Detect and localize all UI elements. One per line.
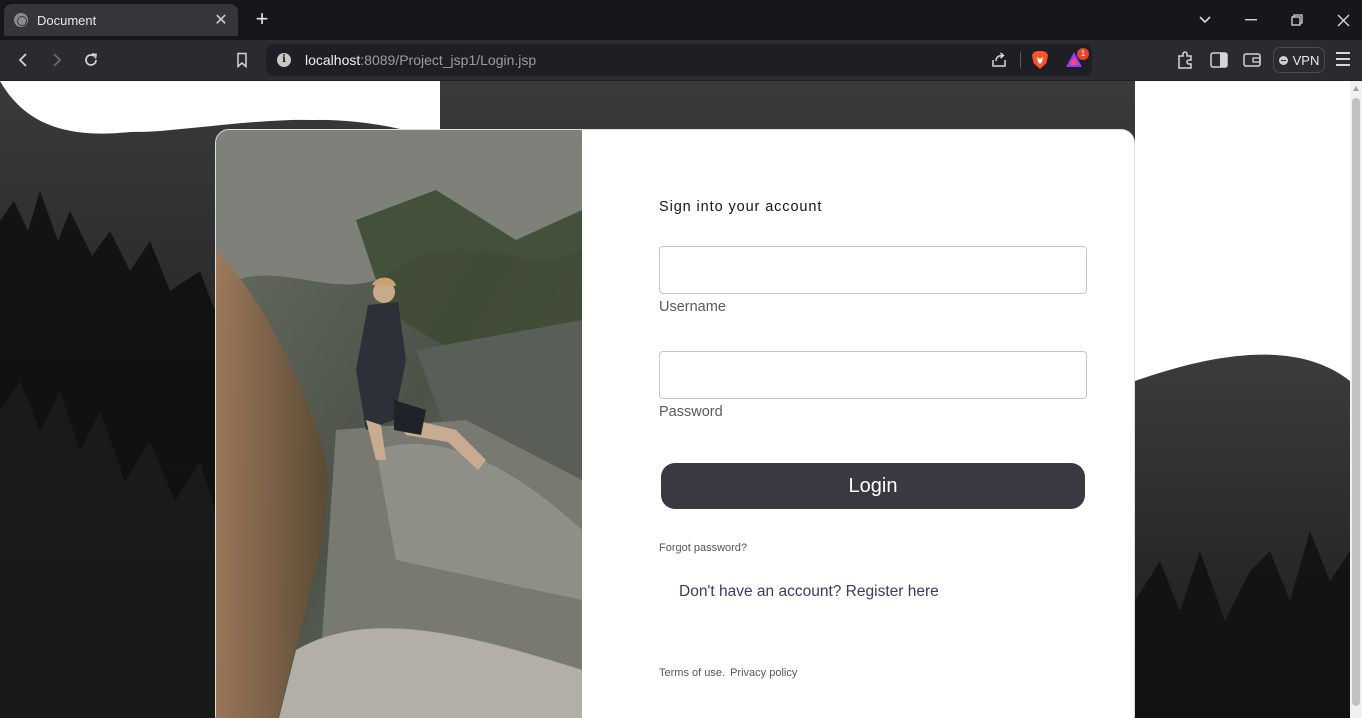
menu-icon[interactable] [1336, 52, 1350, 68]
login-form: Sign into your account Username Password… [659, 130, 1089, 718]
back-button[interactable] [11, 48, 35, 72]
reload-icon [85, 53, 97, 66]
login-card: Sign into your account Username Password… [215, 129, 1135, 718]
sidebar-icon[interactable] [1208, 49, 1230, 71]
bookmark-button[interactable] [230, 48, 254, 72]
forward-button[interactable] [45, 48, 69, 72]
vpn-button[interactable]: VPN [1273, 47, 1325, 73]
forgot-password-link[interactable]: Forgot password? [659, 542, 747, 554]
wallet-icon[interactable] [1241, 49, 1263, 71]
minimize-icon [1245, 19, 1257, 21]
close-icon [1337, 14, 1349, 26]
brave-shields-icon[interactable] [1031, 50, 1049, 70]
vpn-label: VPN [1292, 52, 1320, 68]
back-arrow-icon [18, 53, 27, 67]
forward-arrow-icon [53, 53, 62, 67]
terms-link[interactable]: Terms of use. [659, 667, 725, 679]
page-viewport: Sign into your account Username Password… [0, 81, 1350, 718]
url-text[interactable]: localhost:8089/Project_jsp1/Login.jsp [305, 52, 536, 68]
minimize-button[interactable] [1228, 0, 1274, 40]
extensions-icon[interactable] [1175, 49, 1197, 71]
reload-button[interactable] [79, 48, 103, 72]
tab-search-dropdown-button[interactable] [1182, 0, 1228, 40]
vpn-status-icon [1278, 55, 1288, 65]
close-window-button[interactable] [1320, 0, 1362, 40]
login-button[interactable]: Login [661, 463, 1085, 509]
footer-links: Terms of use. Privacy policy [659, 667, 799, 679]
chevron-down-icon [1199, 16, 1211, 24]
form-heading: Sign into your account [659, 199, 823, 215]
globe-icon [14, 13, 28, 27]
restore-icon [1291, 14, 1303, 26]
password-input[interactable] [659, 351, 1087, 399]
password-label: Password [659, 404, 723, 420]
site-info-icon[interactable]: i [277, 53, 291, 67]
bookmark-icon [237, 52, 247, 68]
toolbar-divider [1020, 52, 1021, 68]
url-host: localhost [305, 52, 361, 68]
username-label: Username [659, 299, 726, 315]
browser-toolbar: i localhost:8089/Project_jsp1/Login.jsp … [0, 40, 1362, 81]
page-scrollbar[interactable] [1350, 81, 1362, 718]
scrollbar-thumb[interactable] [1352, 98, 1360, 706]
browser-tab[interactable]: Document ✕ [4, 4, 238, 36]
privacy-link[interactable]: Privacy policy [730, 667, 797, 679]
rewards-badge: 1 [1077, 48, 1089, 60]
address-bar[interactable]: i localhost:8089/Project_jsp1/Login.jsp … [266, 44, 1092, 76]
username-input[interactable] [659, 246, 1087, 294]
scroll-up-arrow-icon[interactable] [1353, 86, 1359, 91]
hiker-photo [216, 130, 582, 718]
url-path: :8089/Project_jsp1/Login.jsp [360, 52, 537, 68]
share-icon[interactable] [990, 51, 1008, 69]
tab-title: Document [37, 12, 97, 28]
new-tab-button[interactable]: + [251, 8, 273, 32]
tab-close-button[interactable]: ✕ [210, 10, 232, 30]
register-link[interactable]: Don't have an account? Register here [679, 583, 939, 601]
browser-tab-strip: Document ✕ + [0, 0, 1362, 40]
restore-button[interactable] [1274, 0, 1320, 40]
